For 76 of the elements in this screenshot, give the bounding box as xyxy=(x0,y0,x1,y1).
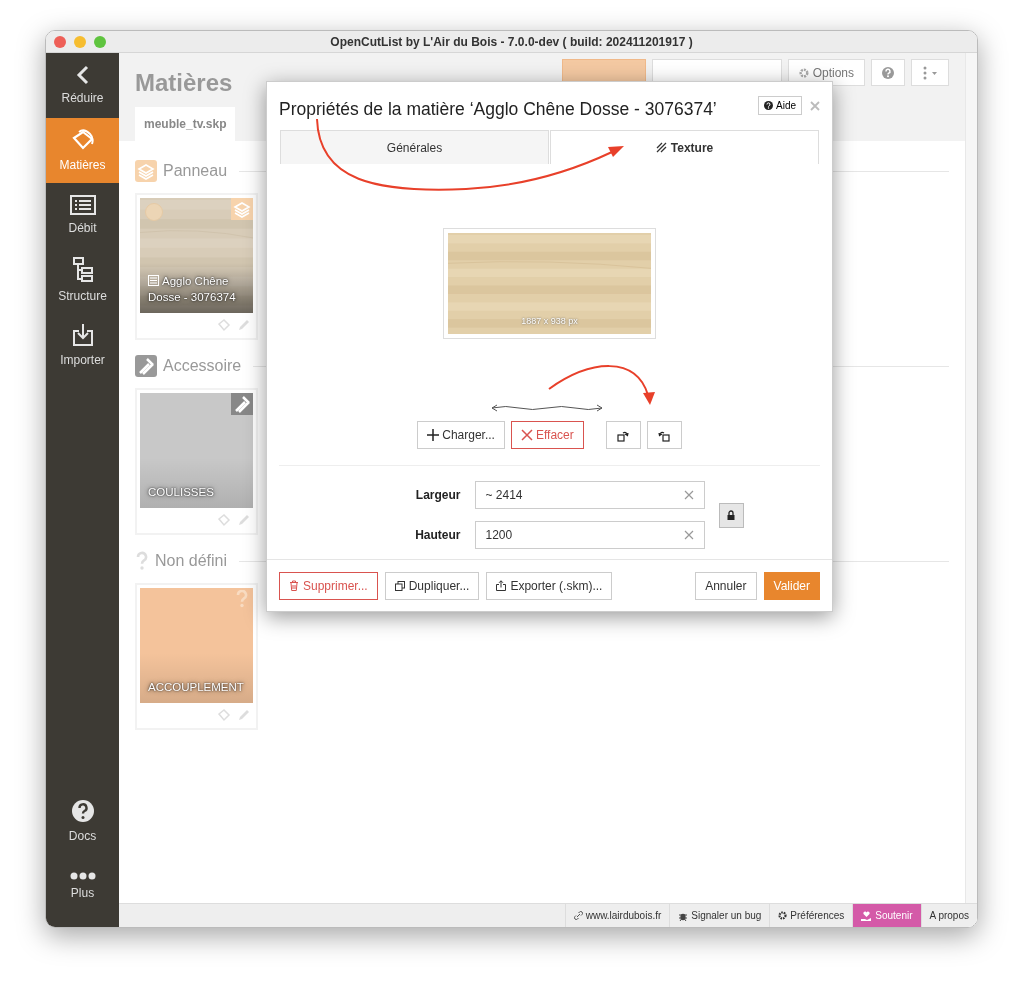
clear-icon xyxy=(683,530,694,541)
input-field[interactable]: 1200 xyxy=(474,521,705,550)
sidebar-item[interactable]: Importer xyxy=(46,313,119,378)
help-icon xyxy=(882,66,894,79)
more-button[interactable] xyxy=(911,59,949,86)
layers-icon xyxy=(135,160,157,182)
list-icon xyxy=(69,194,96,215)
cancel-button[interactable]: Annuler xyxy=(695,571,757,600)
close-icon xyxy=(520,429,533,442)
window-title: OpenCutList by L'Air du Bois - 7.0.0-dev ( build: 202411201917 ) xyxy=(329,33,694,51)
status-bar-link[interactable]: A propos xyxy=(920,904,977,927)
delete-button[interactable]: Supprimer... xyxy=(279,571,378,600)
clear-icon xyxy=(683,490,694,501)
dialog-tab[interactable]: Texture xyxy=(550,130,819,165)
rotate-left-button[interactable] xyxy=(605,421,641,450)
help-button[interactable] xyxy=(871,59,905,86)
status-bar-link[interactable]: www.lairdubois.fr xyxy=(564,904,670,927)
clear-button[interactable]: Effacer xyxy=(510,421,584,450)
help-icon xyxy=(764,101,773,110)
file-tab[interactable]: meuble_tv.skp xyxy=(135,107,236,141)
status-bar-link[interactable]: Soutenir xyxy=(852,904,921,927)
question-icon xyxy=(236,590,248,608)
material-name: ACCOUPLEMENT xyxy=(148,680,245,695)
sidebar-item[interactable]: Plus xyxy=(46,854,119,919)
page-title: Matières xyxy=(135,68,233,98)
close-icon xyxy=(810,101,820,112)
duplicate-button[interactable]: Dupliquer... xyxy=(384,571,480,600)
export-button[interactable]: Exporter (.skm)... xyxy=(486,571,613,600)
chevron-left-icon xyxy=(75,64,90,85)
sidebar-item[interactable]: Structure xyxy=(46,248,119,313)
window-control[interactable] xyxy=(74,35,86,48)
tiling-arrow-icon xyxy=(491,403,603,414)
pencil-icon xyxy=(237,318,251,332)
window-control[interactable] xyxy=(54,35,66,48)
question-icon xyxy=(135,551,149,571)
more-dots-icon xyxy=(69,871,96,880)
sidebar-item[interactable]: Docs xyxy=(46,789,119,854)
heart-hand-icon xyxy=(861,910,873,921)
sidebar-item[interactable]: Réduire xyxy=(46,53,119,118)
pencil-icon xyxy=(237,708,251,722)
rotate-right-button[interactable] xyxy=(646,421,682,450)
help-button[interactable]: Aide xyxy=(758,96,802,115)
gear-icon xyxy=(798,67,809,78)
input-field[interactable]: ~ 2414 xyxy=(474,481,705,510)
sidebar-item[interactable]: Débit xyxy=(46,183,119,248)
hierarchy-icon xyxy=(71,256,94,283)
dialog-title: Propriétés de la matière ‘Agglo Chêne Dosse - 3076374’ xyxy=(279,98,717,121)
status-bar-link[interactable]: Signaler un bug xyxy=(669,904,770,927)
image-size-label: 1887 x 938 px xyxy=(520,314,579,328)
load-button[interactable]: Charger... xyxy=(417,421,505,450)
group-title: Accessoire xyxy=(163,356,242,376)
gear-icon xyxy=(778,911,788,920)
layers-icon xyxy=(231,198,253,220)
plus-icon xyxy=(427,429,440,442)
help-icon xyxy=(70,798,95,823)
trash-icon xyxy=(289,580,299,591)
window-control[interactable] xyxy=(94,35,106,48)
copy-icon xyxy=(394,580,405,591)
import-icon xyxy=(71,322,94,347)
group-title: Panneau xyxy=(163,161,228,181)
field-label: Largeur xyxy=(414,487,461,505)
pencil-icon xyxy=(237,513,251,527)
texture-icon xyxy=(655,142,667,154)
lock-button[interactable] xyxy=(718,502,744,528)
link-icon xyxy=(573,911,583,920)
material-name: Agglo Chêne Dosse - 3076374 xyxy=(148,274,237,305)
dialog-tab[interactable]: Générales xyxy=(280,130,549,165)
sheet-icon xyxy=(148,275,159,286)
share-icon xyxy=(496,580,507,591)
swatch-icon xyxy=(145,203,163,221)
lock-icon xyxy=(727,510,735,521)
material-name: COULISSES xyxy=(148,485,215,500)
kebab-menu-icon xyxy=(922,65,938,80)
field-label: Hauteur xyxy=(414,527,461,545)
material-card[interactable]: Agglo Chêne Dosse - 3076374 xyxy=(135,193,258,340)
group-title: Non défini xyxy=(155,551,228,571)
